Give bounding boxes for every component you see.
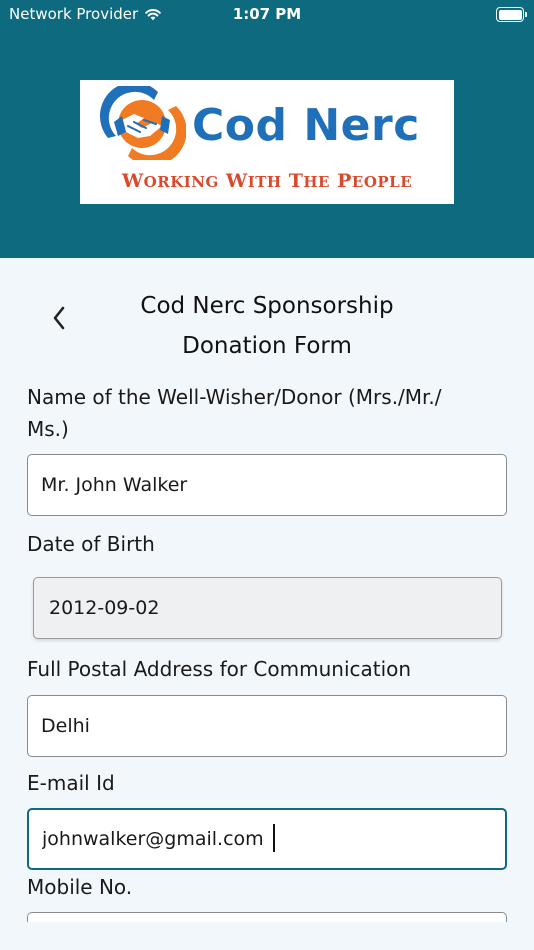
text-caret: [273, 824, 275, 852]
battery-level: [498, 9, 522, 20]
tagline-word: WORKING: [121, 170, 219, 192]
handshake-icon: [99, 86, 186, 160]
form-content: Cod Nerc Sponsorship Donation Form Name …: [0, 258, 534, 950]
brand-tagline: WORKING WITH THE PEOPLE: [80, 170, 454, 192]
donor-name-label: Name of the Well-Wisher/Donor (Mrs./Mr./…: [27, 381, 507, 445]
brand-logo: Cod Nerc WORKING WITH THE PEOPLE: [80, 80, 454, 204]
address-label: Full Postal Address for Communication: [27, 657, 412, 681]
donor-name-label-line1: Name of the Well-Wisher/Donor (Mrs./Mr./: [27, 385, 442, 409]
tagline-word: PEOPLE: [337, 170, 413, 192]
mobile-label: Mobile No.: [27, 875, 133, 899]
battery-icon: [496, 7, 527, 22]
chevron-left-icon: [53, 306, 65, 330]
brand-name: Cod Nerc: [192, 100, 420, 151]
back-button[interactable]: [44, 298, 74, 338]
email-label: E-mail Id: [27, 771, 115, 795]
email-input[interactable]: [27, 808, 507, 870]
tagline-word: WITH: [225, 170, 282, 192]
status-bar: Network Provider 1:07 PM: [0, 0, 534, 30]
dob-label: Date of Birth: [27, 532, 155, 556]
page-title-line2: Donation Form: [182, 333, 352, 359]
battery-cap: [524, 12, 527, 17]
page-title-line1: Cod Nerc Sponsorship: [140, 293, 394, 319]
address-input[interactable]: [27, 695, 507, 757]
dob-input[interactable]: [33, 577, 502, 639]
page-title: Cod Nerc Sponsorship Donation Form: [98, 286, 436, 366]
status-time: 1:07 PM: [232, 5, 302, 23]
app-header: Network Provider 1:07 PM Cod Nerc WORKIN…: [0, 0, 534, 258]
donor-name-input[interactable]: [27, 454, 507, 516]
donor-name-label-line2: Ms.): [27, 417, 69, 441]
tagline-word: THE: [288, 170, 330, 192]
content-bottom-edge: [0, 922, 534, 950]
